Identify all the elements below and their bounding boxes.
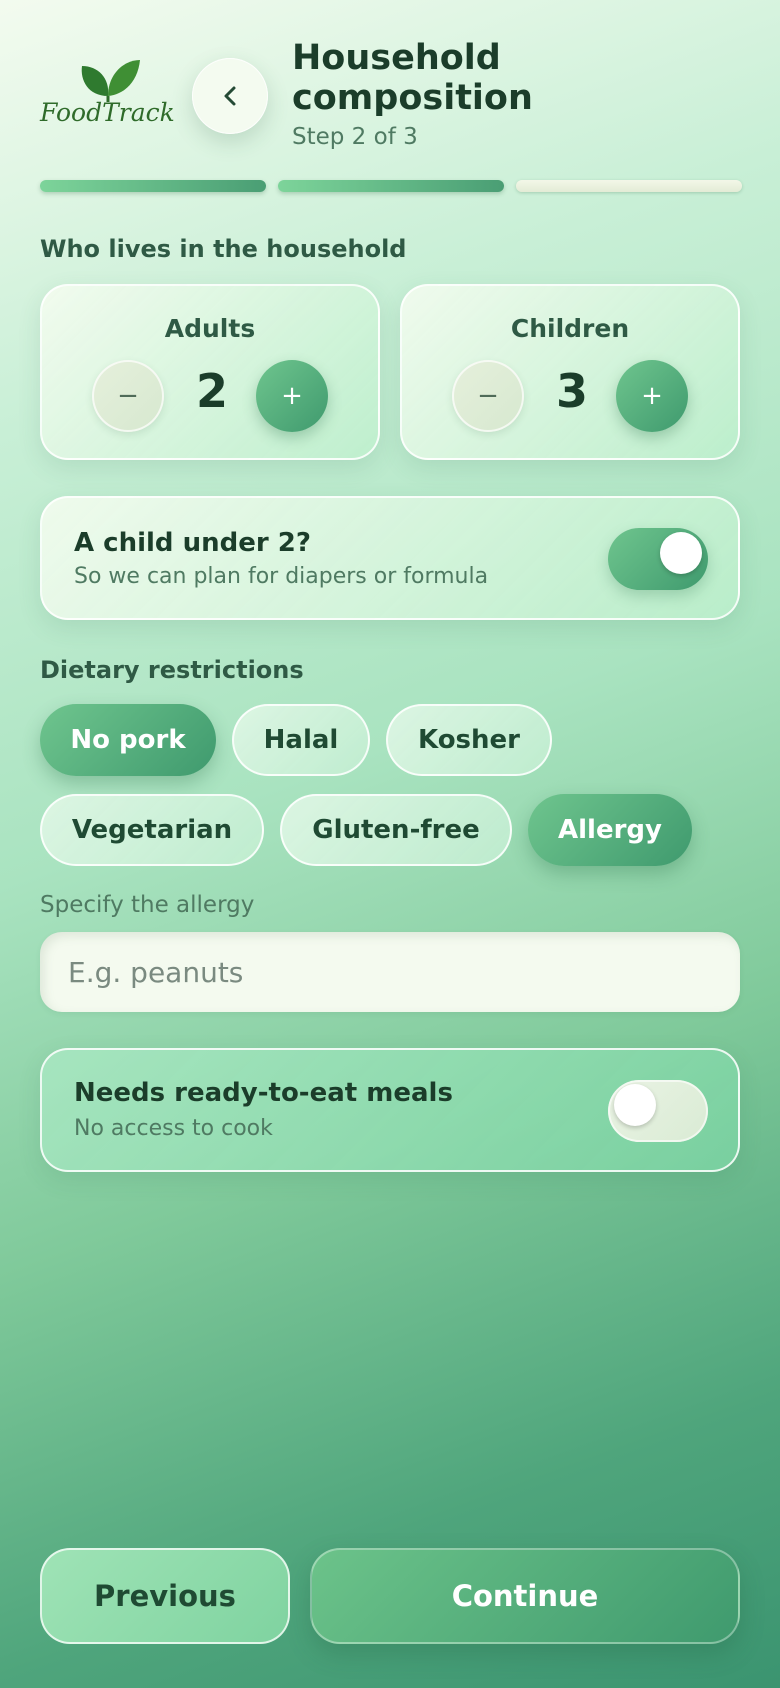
back-button[interactable] <box>192 58 268 134</box>
ready-meals-subtitle: No access to cook <box>74 1116 273 1141</box>
section-label-dietary: Dietary restrictions <box>40 656 304 684</box>
under-two-card: A child under 2? So we can plan for diap… <box>40 496 740 620</box>
chip-halal[interactable]: Halal <box>232 704 370 776</box>
adults-count: 2 <box>195 364 228 418</box>
chevron-left-icon <box>224 86 236 106</box>
leaf-icon <box>81 60 140 102</box>
section-label-household: Who lives in the household <box>40 235 407 263</box>
previous-button[interactable]: Previous <box>40 1548 290 1644</box>
allergy-label: Specify the allergy <box>40 892 255 918</box>
ready-meals-title: Needs ready-to-eat meals <box>74 1078 453 1108</box>
adults-decrement-button[interactable]: − <box>92 360 164 432</box>
children-increment-button[interactable]: + <box>616 360 688 432</box>
under-two-title: A child under 2? <box>74 528 311 558</box>
app-logo: FoodTrack <box>40 52 175 132</box>
children-decrement-button[interactable]: − <box>452 360 524 432</box>
children-counter: Children − 3 + <box>400 284 740 460</box>
chip-vegetarian[interactable]: Vegetarian <box>40 794 264 866</box>
adults-increment-button[interactable]: + <box>256 360 328 432</box>
continue-button[interactable]: Continue <box>310 1548 740 1644</box>
logo-text: FoodTrack <box>40 98 175 127</box>
allergy-input[interactable] <box>40 932 740 1012</box>
progress-segment-3 <box>516 180 742 192</box>
progress-segment-2 <box>278 180 504 192</box>
under-two-subtitle: So we can plan for diapers or formula <box>74 564 489 589</box>
adults-label: Adults <box>164 314 256 343</box>
step-indicator: Step 2 of 3 <box>292 124 418 150</box>
chip-gluten-free[interactable]: Gluten-free <box>280 794 512 866</box>
chip-no-pork[interactable]: No pork <box>40 704 216 776</box>
toggle-knob <box>660 532 702 574</box>
progress-segment-1 <box>40 180 266 192</box>
toggle-knob <box>614 1084 656 1126</box>
ready-meals-card: Needs ready-to-eat meals No access to co… <box>40 1048 740 1172</box>
children-label: Children <box>510 314 630 343</box>
children-count: 3 <box>555 364 588 418</box>
adults-counter: Adults − 2 + <box>40 284 380 460</box>
chip-kosher[interactable]: Kosher <box>386 704 552 776</box>
page-title: Household composition <box>292 38 533 118</box>
chip-allergy[interactable]: Allergy <box>528 794 692 866</box>
ready-meals-toggle[interactable] <box>608 1080 708 1142</box>
under-two-toggle[interactable] <box>608 528 708 590</box>
